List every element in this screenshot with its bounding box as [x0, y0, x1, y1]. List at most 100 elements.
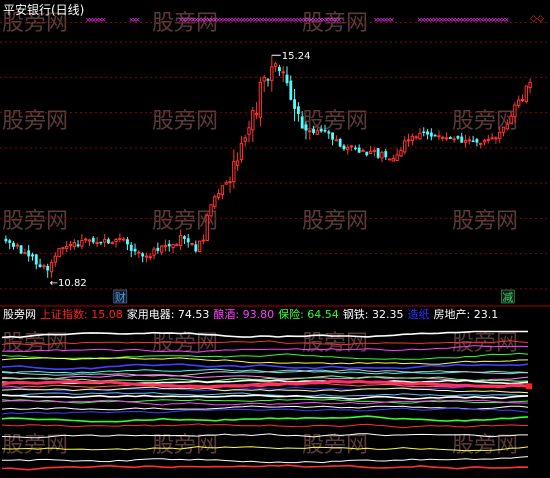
candle [376, 147, 380, 159]
candle-body-up [197, 240, 202, 253]
candle [19, 245, 23, 255]
candle-body-down [183, 236, 186, 239]
candle-body-up [501, 126, 506, 133]
candle-body-up [95, 242, 99, 245]
candle-body-down [475, 139, 479, 143]
candle-body-up [152, 248, 156, 256]
candle-body-up [441, 136, 445, 139]
candle-body-up [102, 239, 107, 243]
legend-entry: 房地产: 23.1 [434, 307, 499, 321]
legend-entry: 钢铁: 32.35 [343, 308, 404, 321]
badge-label: 财 [115, 290, 126, 304]
candle-body-up [213, 196, 217, 207]
candle-body-down [167, 243, 171, 247]
candle-body-down [304, 124, 308, 131]
candle-body-down [91, 237, 95, 243]
candle-body-up [114, 239, 118, 243]
candle-body-up [258, 81, 263, 118]
candle-body-up [42, 265, 46, 268]
legend-entry: 造纸 [408, 307, 430, 321]
stock-chart: 股旁网 股旁网 股旁网股旁网 股旁网 股旁网 股旁网股旁网 股旁网 股旁网 股旁网股旁网 股旁网股… [0, 0, 550, 478]
candle-body-up [452, 138, 456, 141]
candle-body-up [498, 131, 502, 139]
candle-body-up [68, 244, 73, 247]
legend-entry: 家用电器: 74.53 [127, 307, 210, 321]
candle-body-down [429, 132, 433, 137]
candle-body-up [87, 239, 92, 242]
event-badge[interactable]: 减 [501, 289, 515, 304]
low-annotation: ←10.82 [50, 278, 87, 289]
candle [338, 137, 342, 148]
candle-body-up [308, 130, 312, 133]
candle-body-up [509, 115, 513, 124]
watermark-text: 股旁网 [302, 209, 368, 234]
candle-body-up [254, 113, 259, 116]
annotation-label: ←10.82 [50, 278, 87, 289]
candle-body-down [126, 239, 129, 245]
candle-body-up [513, 104, 517, 118]
legend-entry: 上证指数: 15.08 [40, 307, 123, 321]
watermark-text: 股旁网 [2, 209, 68, 234]
candle-body-down [266, 79, 270, 81]
current-value-marker [526, 383, 532, 390]
candle [205, 212, 209, 242]
candle-body-up [281, 71, 285, 74]
candle-body-up [144, 255, 149, 258]
candle-body-down [34, 254, 38, 265]
candle-body-down [338, 139, 342, 147]
candle-body-down [12, 242, 15, 247]
candle [57, 248, 61, 258]
candle-body-up [262, 76, 266, 82]
candle-body-up [201, 239, 206, 242]
event-badge[interactable]: 财 [113, 289, 128, 304]
candle-body-down [331, 132, 335, 140]
indicator-legend: 股旁网 上证指数: 15.08 家用电器: 74.53 酿酒: 93.80 保险: 64… [3, 307, 498, 321]
candle-body-up [80, 240, 84, 247]
candle-body-down [285, 74, 289, 84]
candle-body-up [463, 139, 468, 143]
candle-body-down [376, 148, 380, 158]
candle-body-up [175, 244, 179, 247]
watermark-text: 股旁网 [452, 209, 518, 234]
candle-body-up [72, 242, 76, 248]
candle-body-down [99, 241, 103, 244]
candle-body-up [528, 81, 532, 88]
candle-body-up [273, 63, 278, 67]
candle-body-up [368, 150, 373, 154]
chart-background [0, 0, 550, 478]
candle-body-up [437, 135, 441, 138]
candle-body-down [133, 248, 137, 252]
candle-body-down [19, 245, 23, 254]
candle-body-up [137, 251, 141, 254]
candle-body-up [418, 132, 422, 140]
candle-body-up [346, 146, 350, 150]
candle-body-up [220, 185, 225, 196]
candle-body-up [61, 247, 65, 250]
candle-body-up [228, 181, 232, 184]
candle-body-up [178, 235, 183, 247]
candle-body-down [107, 239, 110, 244]
candle-body-up [490, 137, 494, 140]
candle-body-up [479, 142, 483, 145]
candle [524, 85, 528, 104]
x-marker: × [101, 16, 107, 24]
candle-body-up [224, 182, 228, 185]
candle-body-down [353, 147, 357, 150]
candle-body-up [64, 246, 69, 250]
candle-body-down [426, 131, 429, 135]
x-marker: × [389, 16, 395, 24]
candle-body-down [27, 250, 31, 257]
candle-body-up [414, 136, 418, 139]
candle-body-down [289, 80, 293, 100]
candle [209, 203, 213, 217]
candle-body-up [482, 139, 487, 143]
candle-body-up [190, 243, 194, 246]
candle-body-up [209, 204, 213, 217]
candle-body-up [239, 142, 244, 160]
x-marker: × [504, 16, 510, 24]
candle-body-up [444, 137, 449, 140]
candle-body-up [216, 193, 221, 198]
candle-body-up [391, 157, 396, 162]
candle-body-down [448, 137, 452, 140]
candle-body-up [159, 245, 164, 253]
